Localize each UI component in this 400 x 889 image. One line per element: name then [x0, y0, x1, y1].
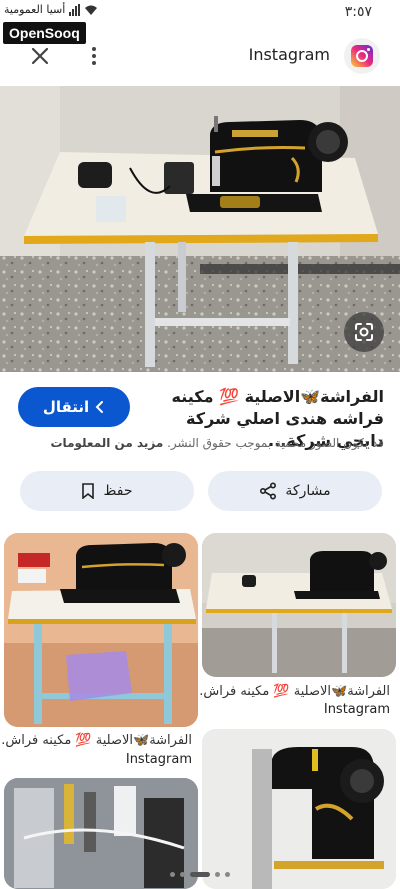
visit-label: انتقال [42, 398, 90, 416]
related-image-4[interactable] [4, 778, 198, 889]
page-dot [180, 872, 185, 877]
site-name: Instagram [248, 45, 330, 64]
system-indicators: أسيا العمومية [4, 3, 98, 16]
related-photo-2 [4, 533, 198, 727]
instagram-logo-icon [351, 45, 373, 67]
sewing-machine-photo [0, 86, 400, 372]
status-time: ٣:٥٧ [344, 4, 372, 20]
close-icon [31, 47, 49, 65]
status-bar: أسيا العمومية ٣:٥٧ [0, 0, 400, 24]
bookmark-icon [82, 483, 95, 499]
lens-icon [355, 323, 373, 341]
app-bar: Instagram [0, 36, 400, 76]
save-button[interactable]: حفظ [20, 471, 194, 511]
related-photo-4 [4, 778, 198, 889]
related-title-1[interactable]: الفراشة🦋الاصلية 💯 مكينه فراش... [191, 684, 390, 699]
related-image-3[interactable] [202, 729, 396, 889]
related-photo-1 [202, 533, 396, 677]
site-logo-button[interactable] [344, 38, 380, 74]
copyright-notice: قد تكون الصور محمية بموجب حقوق النشر. مز… [14, 436, 385, 450]
page-dot [170, 872, 175, 877]
share-label: مشاركة [285, 483, 331, 499]
close-button[interactable] [28, 44, 52, 68]
related-image-2[interactable] [4, 533, 198, 727]
visit-button[interactable]: انتقال [18, 387, 130, 427]
share-button[interactable]: مشاركة [208, 471, 382, 511]
google-lens-button[interactable] [344, 312, 384, 352]
page-dot [215, 872, 220, 877]
more-vert-icon [92, 47, 96, 51]
related-image-1[interactable] [202, 533, 396, 677]
more-options-button[interactable] [88, 42, 100, 70]
signal-icon [69, 3, 81, 16]
page-dot [225, 872, 230, 877]
share-icon [260, 482, 277, 500]
related-source-2: Instagram [125, 752, 192, 767]
more-info-link[interactable]: مزيد من المعلومات [51, 436, 164, 450]
carrier-text: أسيا العمومية [4, 3, 66, 16]
related-title-2[interactable]: الفراشة🦋الاصلية 💯 مكينه فراش... [0, 733, 192, 748]
wifi-icon [85, 5, 98, 15]
copyright-text: قد تكون الصور محمية بموجب حقوق النشر. [167, 436, 384, 450]
main-result-image[interactable] [0, 86, 400, 372]
page-dot-active [190, 872, 210, 877]
chevron-left-icon [95, 401, 104, 413]
page-indicator [170, 872, 230, 877]
related-source-1: Instagram [323, 702, 390, 717]
save-label: حفظ [103, 483, 133, 499]
related-photo-3 [202, 729, 396, 889]
